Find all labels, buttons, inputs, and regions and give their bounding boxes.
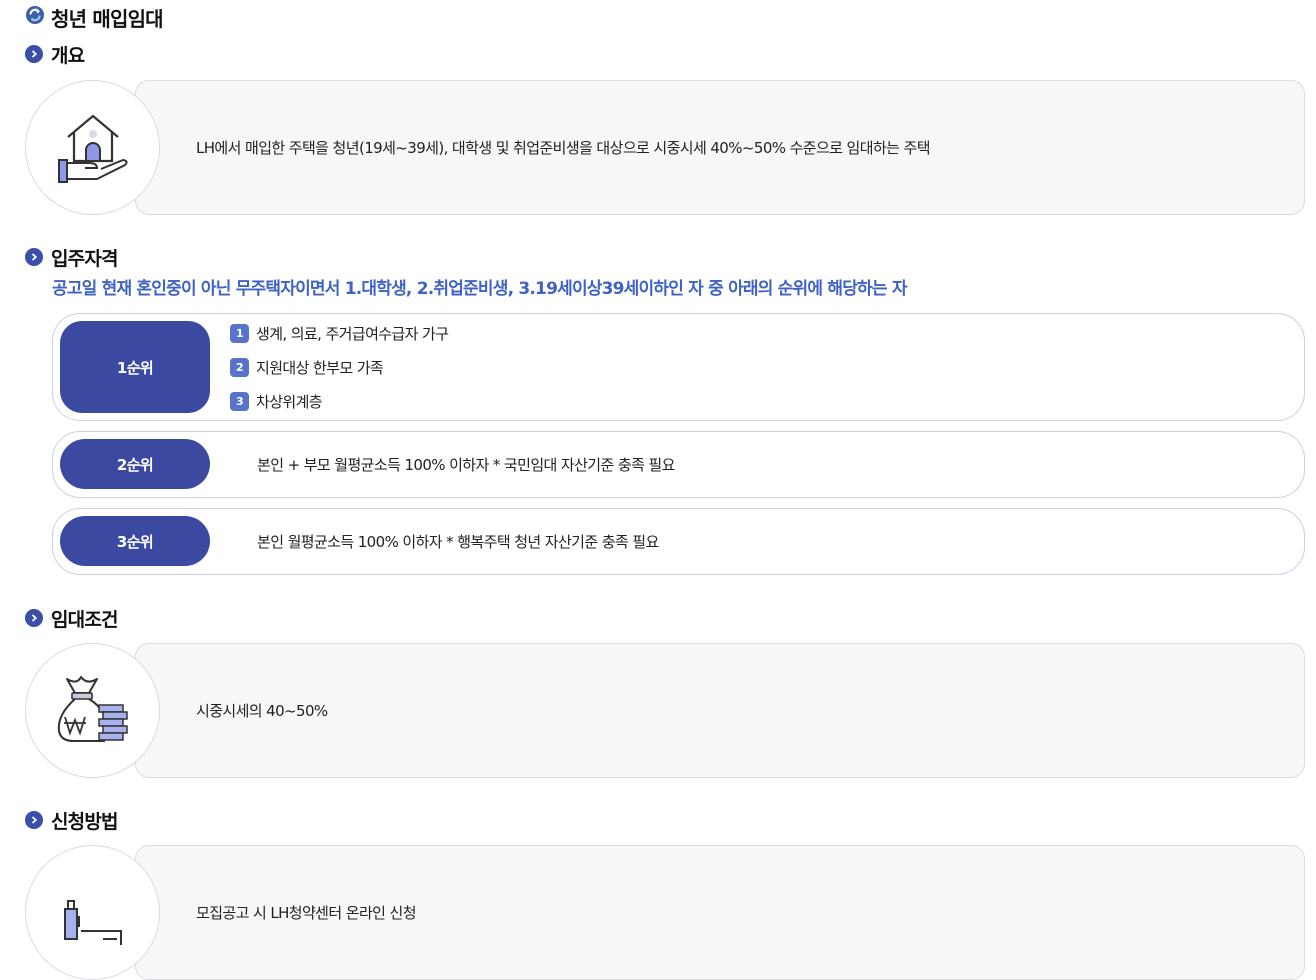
money-bag-won-icon	[55, 673, 131, 749]
pen-document-icon	[55, 873, 131, 953]
rank-text-2: 본인 + 부모 월평균소득 100% 이하자 * 국민임대 자산기준 충족 필요	[257, 456, 675, 474]
section-heading-overview: 개요	[25, 41, 85, 67]
house-in-hand-icon	[55, 107, 131, 189]
section-heading-eligibility: 입주자격	[25, 244, 119, 270]
rank-label-2: 2순위	[60, 439, 210, 489]
rank-list-item: 2 지원대상 한부모 가족	[230, 355, 384, 379]
section-heading-application: 신청방법	[25, 807, 119, 833]
overview-text-box: LH에서 매입한 주택을 청년(19세~39세), 대학생 및 취업준비생을 대…	[135, 80, 1305, 215]
chevron-right-icon	[25, 45, 43, 63]
rank-item-text: 차상위계층	[256, 392, 323, 411]
rent-terms-text-box: 시중시세의 40~50%	[135, 643, 1305, 778]
overview-card: LH에서 매입한 주택을 청년(19세~39세), 대학생 및 취업준비생을 대…	[25, 80, 1305, 215]
number-badge: 2	[230, 357, 249, 377]
overview-text: LH에서 매입한 주택을 청년(19세~39세), 대학생 및 취업준비생을 대…	[196, 139, 931, 157]
rent-terms-icon-circle	[25, 643, 160, 778]
section-heading-rent-terms: 임대조건	[25, 605, 119, 631]
number-badge: 1	[230, 323, 249, 343]
section-heading-label: 신청방법	[51, 810, 119, 833]
rent-terms-card: 시중시세의 40~50%	[25, 643, 1305, 778]
rank-label-3: 3순위	[60, 516, 210, 566]
eligibility-summary: 공고일 현재 혼인중이 아닌 무주택자이면서 1.대학생, 2.취업준비생, 3…	[52, 279, 907, 299]
chevron-right-icon	[25, 609, 43, 627]
section-heading-label: 입주자격	[51, 247, 119, 270]
application-text: 모집공고 시 LH청약센터 온라인 신청	[196, 904, 417, 922]
rank-list-item: 3 차상위계층	[230, 389, 323, 413]
application-icon-circle	[25, 845, 160, 980]
application-text-box: 모집공고 시 LH청약센터 온라인 신청	[135, 845, 1305, 980]
chevron-right-icon	[25, 811, 43, 829]
refresh-circle-icon	[25, 5, 45, 30]
rent-terms-text: 시중시세의 40~50%	[196, 702, 328, 720]
rank-box-2: 2순위 본인 + 부모 월평균소득 100% 이하자 * 국민임대 자산기준 충…	[52, 431, 1305, 498]
overview-icon-circle	[25, 80, 160, 215]
rank-item-text: 생계, 의료, 주거급여수급자 가구	[256, 324, 449, 343]
rank-item-text: 지원대상 한부모 가족	[256, 358, 384, 377]
section-heading-label: 개요	[51, 44, 85, 67]
section-heading-label: 임대조건	[51, 608, 119, 631]
application-card: 모집공고 시 LH청약센터 온라인 신청	[25, 845, 1305, 980]
rank-label-1: 1순위	[60, 321, 210, 413]
page-title: 청년 매입임대	[25, 4, 164, 31]
chevron-right-icon	[25, 248, 43, 266]
rank-text-3: 본인 월평균소득 100% 이하자 * 행복주택 청년 자산기준 충족 필요	[257, 533, 659, 551]
number-badge: 3	[230, 391, 249, 411]
rank-box-3: 3순위 본인 월평균소득 100% 이하자 * 행복주택 청년 자산기준 충족 …	[52, 508, 1305, 575]
page-title-text: 청년 매입임대	[51, 6, 164, 31]
rank-list-item: 1 생계, 의료, 주거급여수급자 가구	[230, 321, 449, 345]
rank-box-1: 1순위 1 생계, 의료, 주거급여수급자 가구 2 지원대상 한부모 가족 3…	[52, 313, 1305, 421]
